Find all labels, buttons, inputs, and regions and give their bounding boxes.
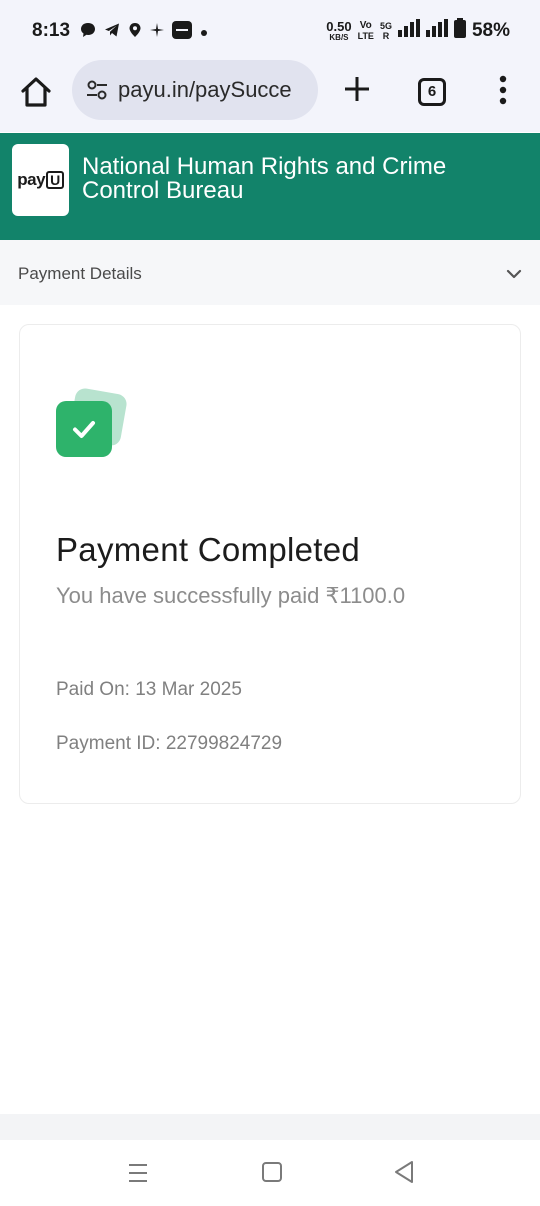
- chevron-down-icon[interactable]: [506, 266, 522, 282]
- site-settings-icon[interactable]: [84, 77, 110, 103]
- volte-bottom: LTE: [357, 31, 374, 41]
- url-text[interactable]: payu.in/paySucce: [118, 77, 292, 103]
- message-icon: [80, 22, 96, 43]
- page-bottom-strip: [0, 1114, 540, 1140]
- status-time: 8:13: [32, 20, 71, 41]
- sparkle-icon: [150, 23, 164, 42]
- payment-details-label: Payment Details: [18, 264, 142, 283]
- home-nav-icon[interactable]: [262, 1162, 282, 1182]
- map-pin-icon: [128, 22, 142, 43]
- logo-text: pay U: [17, 170, 64, 190]
- network-speed-unit: KB/S: [329, 32, 349, 42]
- network-roaming: R: [382, 30, 390, 41]
- checkmark-icon: [73, 421, 95, 438]
- logo-text-u: U: [46, 171, 64, 189]
- new-tab-button[interactable]: [340, 72, 374, 106]
- more-vert-icon: [499, 75, 507, 105]
- network-type: 5G R: [380, 21, 392, 41]
- home-icon: [21, 77, 51, 107]
- merchant-name: National Human Rights and Crime Control …: [82, 153, 447, 204]
- screen: 8:13 0.50 KB/S Vo LTE 5G R 58% payu.in/p…: [0, 0, 540, 1206]
- home-button[interactable]: [18, 74, 54, 110]
- volte-top: Vo: [359, 20, 372, 31]
- payment-success-card: Payment Completed You have successfully …: [19, 324, 521, 804]
- status-bar: 8:13 0.50 KB/S Vo LTE 5G R 58%: [0, 0, 540, 60]
- back-icon[interactable]: [394, 1160, 414, 1184]
- plus-icon: [345, 77, 369, 101]
- notification-icons: [80, 21, 208, 44]
- tab-switcher-button[interactable]: 6: [418, 78, 446, 106]
- browser-menu-button[interactable]: [494, 74, 512, 106]
- network-speed: 0.50 KB/S: [326, 20, 351, 42]
- payment-title: Payment Completed: [56, 531, 361, 568]
- payment-details-toggle[interactable]: Payment Details: [0, 240, 540, 305]
- paid-on-date: Paid On: 13 Mar 2025: [56, 679, 242, 700]
- merchant-header: pay U National Human Rights and Crime Con…: [0, 133, 540, 240]
- telegram-icon: [104, 22, 120, 43]
- network-5g: 5G: [379, 20, 392, 31]
- payu-logo: pay U: [12, 144, 69, 216]
- signal-icon-2: [425, 19, 448, 42]
- logo-text-pay: pay: [17, 170, 46, 189]
- network-speed-value: 0.50: [326, 18, 352, 34]
- recents-icon[interactable]: [128, 1162, 148, 1184]
- check-badge: [56, 401, 112, 457]
- signal-icon: [397, 19, 420, 42]
- more-notifications-dot-icon: [200, 24, 208, 42]
- status-right: 0.50 KB/S Vo LTE 5G R 58%: [326, 18, 510, 43]
- system-nav-bar: [0, 1140, 540, 1206]
- browser-toolbar: payu.in/paySucce 6: [0, 60, 540, 132]
- volte-indicator: Vo LTE: [358, 20, 374, 41]
- payment-message: You have successfully paid ₹1100.0: [56, 583, 406, 608]
- success-check-icon: [56, 386, 129, 461]
- app-badge-icon: [172, 21, 192, 44]
- address-bar[interactable]: payu.in/paySucce: [72, 60, 318, 120]
- battery-percent: 58%: [471, 19, 510, 41]
- payment-id: Payment ID: 22799824729: [56, 733, 283, 754]
- battery-icon: [453, 18, 466, 43]
